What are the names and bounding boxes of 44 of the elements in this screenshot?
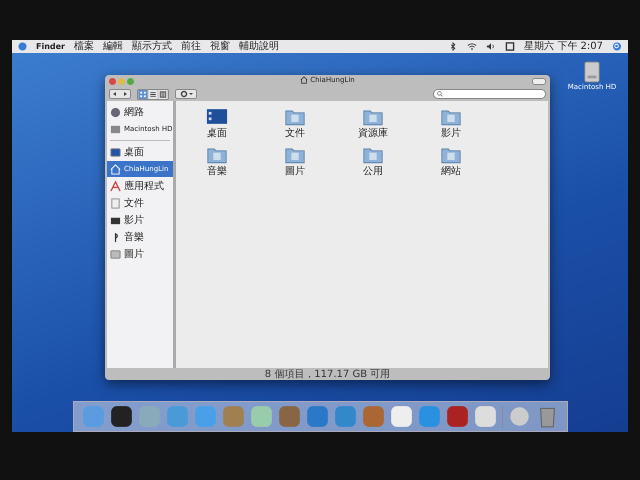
icon-view-button[interactable] <box>138 90 148 98</box>
menu-item[interactable]: 輔助說明 <box>239 40 279 53</box>
folder-label[interactable]: 音樂 <box>207 164 227 178</box>
folder-label[interactable]: 桌面 <box>207 126 227 140</box>
toolbar-toggle-button[interactable] <box>532 78 546 84</box>
hard-drive-icon[interactable] <box>583 61 601 83</box>
documents-icon <box>110 198 121 208</box>
close-button[interactable] <box>109 78 116 84</box>
apps-icon <box>110 180 121 192</box>
display-icon[interactable] <box>505 42 516 51</box>
folder-label[interactable]: 網站 <box>441 164 461 178</box>
folder-label[interactable]: 文件 <box>285 126 305 140</box>
house-icon <box>300 76 308 84</box>
menu-item[interactable]: 前往 <box>181 40 201 53</box>
downloads-stack-icon[interactable] <box>508 405 530 428</box>
list-view-button[interactable] <box>148 90 158 98</box>
status-bar-text: 8 個項目，117.17 GB 可用 <box>264 368 390 381</box>
folder-label[interactable]: 公用 <box>363 164 383 178</box>
sidebar-item[interactable]: 影片 <box>107 212 173 228</box>
folder-label[interactable]: 影片 <box>441 126 461 140</box>
folder-label[interactable]: 圖片 <box>285 164 305 178</box>
menu-item[interactable]: 編輯 <box>103 40 123 53</box>
sidebar-item[interactable]: 圖片 <box>107 246 173 262</box>
sidebar-item[interactable]: 文件 <box>107 195 173 211</box>
bluetooth-icon[interactable] <box>448 42 458 51</box>
menu-item[interactable]: 檔案 <box>74 40 94 53</box>
sidebar-item[interactable]: 網路 <box>107 104 173 120</box>
back-forward-button[interactable] <box>109 89 131 99</box>
folder-label[interactable]: 資源庫 <box>358 126 388 140</box>
sidebar-item[interactable]: 音樂 <box>107 229 173 245</box>
desktop-icon <box>110 146 121 158</box>
sidebar-item[interactable]: 應用程式 <box>107 178 173 194</box>
column-view-button[interactable] <box>158 90 168 98</box>
wifi-icon[interactable] <box>467 42 478 51</box>
gear-menu-button[interactable] <box>175 89 197 99</box>
menu-clock[interactable]: 星期六 下午 2:07 <box>524 40 603 53</box>
volume-icon[interactable] <box>486 42 496 51</box>
search-field[interactable] <box>433 89 546 99</box>
sidebar-item[interactable]: 桌面 <box>107 144 173 160</box>
menu-item[interactable]: 視窗 <box>210 40 230 53</box>
menu-item[interactable]: 顯示方式 <box>132 40 172 53</box>
menu-item[interactable]: Finder <box>36 40 65 53</box>
desktop-folder-icon[interactable] <box>206 107 228 126</box>
home-icon <box>110 164 121 174</box>
